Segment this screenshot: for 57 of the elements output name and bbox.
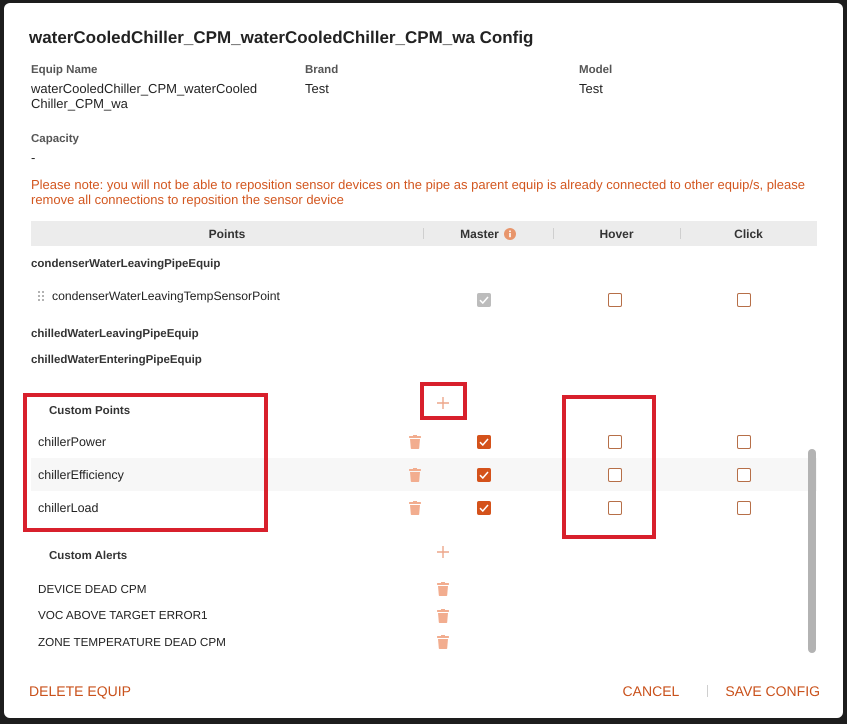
custom-point-name: chillerEfficiency [38, 468, 124, 482]
field-label: Model [579, 63, 614, 78]
field-value: - [31, 150, 36, 165]
check-icon [479, 296, 489, 304]
info-icon[interactable] [504, 228, 516, 240]
check-icon [479, 438, 489, 446]
checkbox[interactable] [736, 500, 750, 514]
field-label: Equip Name [31, 63, 98, 78]
column-header: Hover [599, 226, 634, 240]
checkbox[interactable] [477, 434, 491, 448]
group-title: chilledWaterLeavingPipeEquip [31, 327, 200, 342]
checkbox[interactable] [477, 468, 491, 482]
custom-point-name: chillerLoad [38, 500, 98, 514]
field-label: Capacity [31, 132, 80, 147]
column-header: Click [734, 226, 763, 240]
point-name: condenserWaterLeavingTempSensorPoint [52, 289, 280, 303]
plus-icon [437, 397, 449, 409]
check-icon [479, 504, 489, 512]
plus-icon [437, 546, 449, 558]
trash-icon[interactable] [437, 608, 449, 623]
custom-point-name: chillerPower [38, 434, 106, 448]
section-title: Custom Alerts [48, 549, 128, 562]
delete-button[interactable]: DELETE EQUIP [29, 679, 131, 703]
checkbox[interactable] [736, 468, 750, 482]
field-value: Test [579, 81, 604, 96]
checkbox[interactable] [608, 500, 622, 514]
warning-note: Please note: you will not be able to reposition sensor devices on the pipe as parent equip is already connected to other equip/s, please remove all connections to reposition the sensor device [31, 177, 806, 207]
checkbox[interactable] [608, 468, 622, 482]
field-value: Test [305, 81, 330, 96]
group-title: condenserWaterLeavingPipeEquip [31, 257, 222, 272]
checkbox[interactable] [608, 434, 622, 448]
trash-icon[interactable] [409, 434, 421, 448]
scrollbar-thumb[interactable] [808, 449, 816, 653]
column-header: Master [460, 226, 499, 240]
trash-icon[interactable] [409, 468, 421, 482]
trash-icon[interactable] [409, 500, 421, 514]
group-title: chilledWaterEnteringPipeEquip [31, 353, 203, 368]
trash-icon[interactable] [437, 635, 449, 650]
column-header: Points [208, 226, 246, 240]
section-title: Custom Points [48, 405, 132, 419]
checkbox[interactable] [477, 500, 491, 514]
checkbox[interactable] [736, 434, 750, 448]
alert-name: ZONE TEMPERATURE DEAD CPM [37, 636, 227, 649]
check-icon [479, 470, 489, 478]
save-button[interactable]: SAVE CONFIG [725, 679, 820, 703]
trash-icon[interactable] [437, 582, 449, 596]
alert-name: VOC ABOVE TARGET ERROR1 [37, 609, 209, 622]
add-button[interactable] [435, 544, 451, 560]
add-button[interactable] [435, 395, 451, 411]
checkbox[interactable] [736, 293, 750, 307]
alert-name: DEVICE DEAD CPM [37, 582, 148, 596]
checkbox[interactable] [608, 293, 622, 307]
drag-handle-icon[interactable] [38, 291, 44, 301]
field-value: waterCooledChiller_CPM_waterCooledChiller_CPM_wa [31, 81, 258, 111]
field-label: Brand [305, 63, 340, 78]
cancel-button[interactable]: CANCEL [622, 679, 680, 703]
dialog-title: waterCooledChiller_CPM_waterCooledChiller_CPM_wa Config [29, 27, 534, 49]
